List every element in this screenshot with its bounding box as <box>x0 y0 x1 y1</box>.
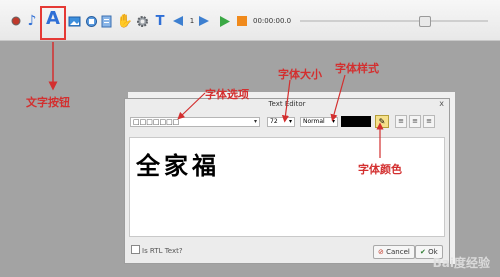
annotation-arrows <box>48 42 384 158</box>
watermark: Bai度经验 <box>432 256 490 270</box>
arrow-font-option <box>177 92 206 120</box>
annotation-font-color: 字体颜色 <box>358 163 402 176</box>
annotation-font-size: 字体大小 <box>278 68 322 81</box>
arrow-font-style <box>330 74 346 122</box>
arrow-font-size <box>281 79 291 123</box>
annotation-text-button: 文字按钮 <box>26 96 70 109</box>
annotation-font-option: 字体选项 <box>205 88 249 101</box>
annotation-font-style: 字体样式 <box>335 62 379 75</box>
